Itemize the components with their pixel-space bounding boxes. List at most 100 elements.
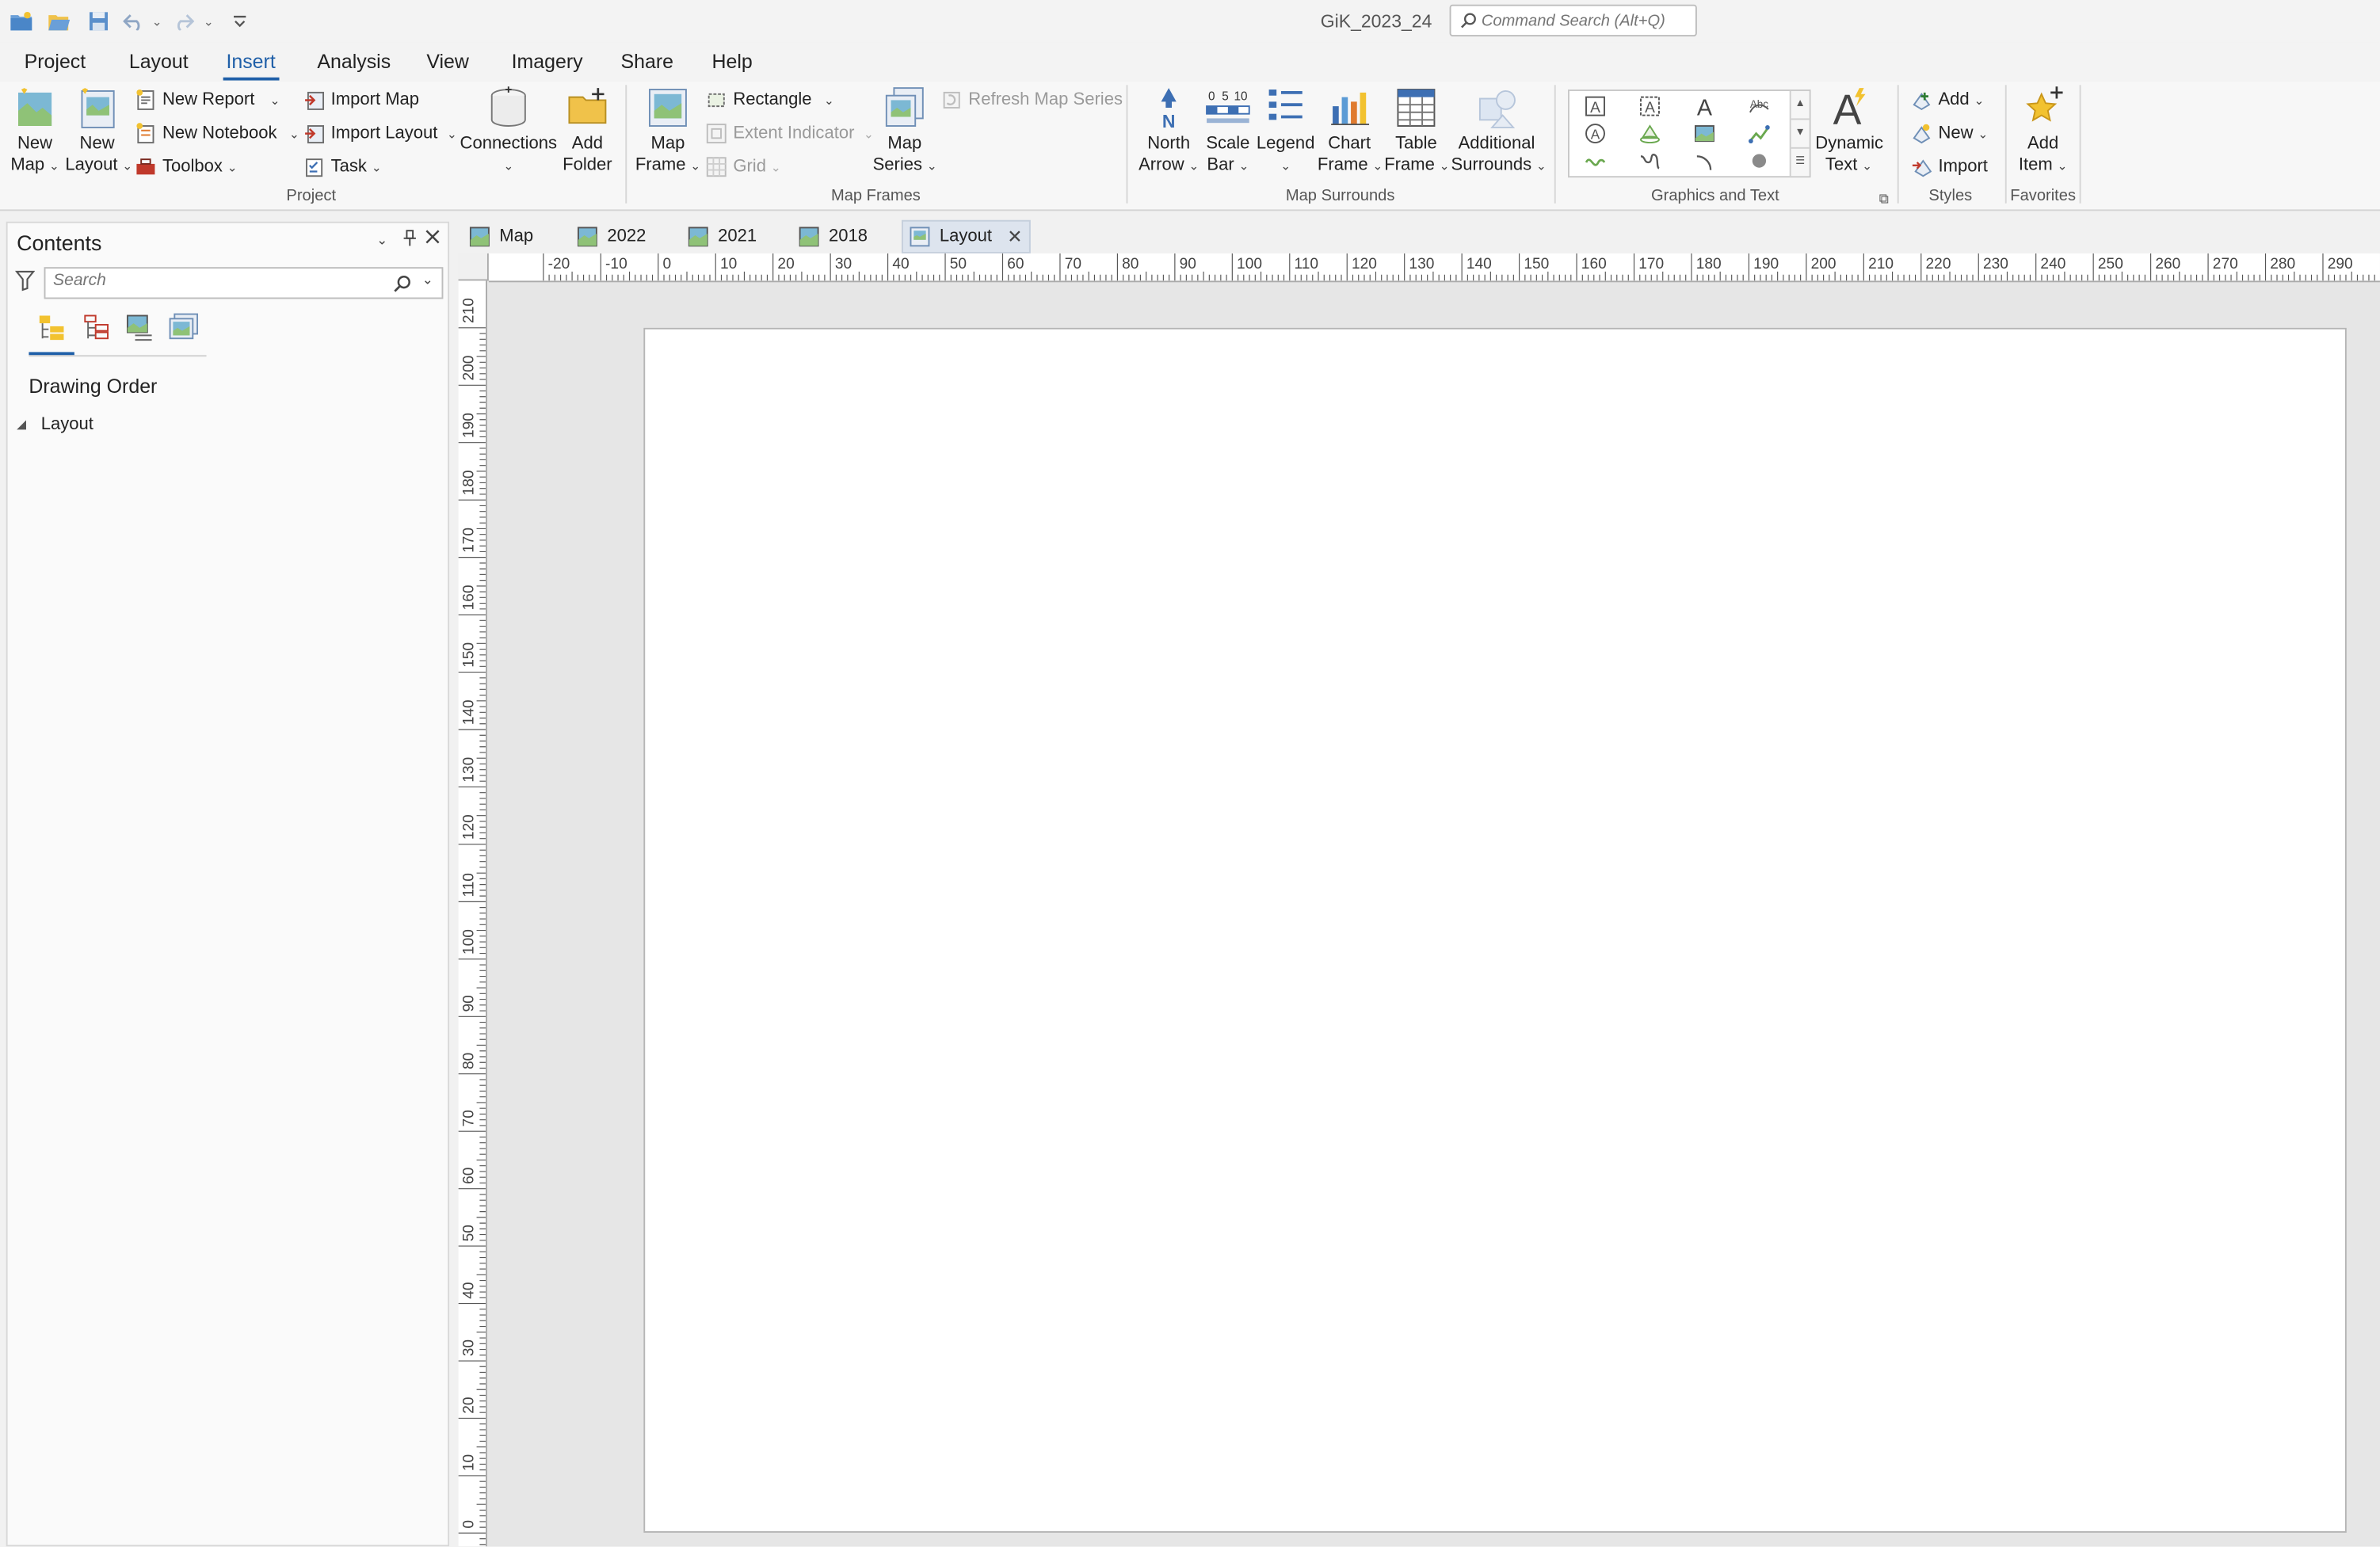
paragraph-text-icon[interactable]: A bbox=[1636, 94, 1663, 119]
command-search[interactable] bbox=[1449, 4, 1697, 36]
expand-collapse-icon[interactable]: ◢ bbox=[17, 417, 26, 431]
new-report-button[interactable]: New Report ⌄ bbox=[135, 86, 280, 113]
text-icon[interactable]: A bbox=[1691, 94, 1718, 119]
pane-menu-chevron-icon[interactable]: ⌄ bbox=[376, 232, 387, 249]
ruler-label: 70 bbox=[1065, 256, 1081, 272]
redo-icon[interactable] bbox=[173, 9, 195, 33]
command-search-input[interactable] bbox=[1481, 9, 1692, 32]
circle-text-icon[interactable]: A bbox=[1581, 121, 1608, 146]
curved-text-icon[interactable]: Abc bbox=[1745, 94, 1772, 119]
list-by-source-icon[interactable] bbox=[79, 311, 113, 345]
close-tab-icon[interactable]: ✕ bbox=[1007, 226, 1022, 247]
search-icon bbox=[1461, 13, 1476, 29]
map-frame-label-2: Frame bbox=[635, 156, 686, 175]
new-map-button[interactable]: New Map ⌄ bbox=[6, 85, 64, 177]
search-icon[interactable] bbox=[393, 275, 411, 293]
open-project-icon[interactable] bbox=[47, 9, 71, 33]
group-label-map-surrounds: Map Surrounds bbox=[1285, 186, 1395, 205]
rectangle-button[interactable]: Rectangle ⌄ bbox=[706, 86, 834, 113]
north-arrow-button[interactable]: N North Arrow ⌄ bbox=[1135, 85, 1202, 177]
import-map-button[interactable]: Import Map bbox=[303, 86, 419, 113]
picture-icon[interactable] bbox=[1691, 121, 1718, 146]
extent-indicator-button[interactable]: Extent Indicator ⌄ bbox=[706, 120, 874, 147]
map-frame-button[interactable]: Map Frame ⌄ bbox=[635, 85, 701, 177]
scale-bar-button[interactable]: 0 5 10 Scale Bar ⌄ bbox=[1200, 85, 1255, 177]
vertical-ruler-ticks: 2102001901801701601501401301201101009080… bbox=[458, 298, 486, 1545]
curve-icon[interactable] bbox=[1581, 149, 1608, 173]
horizontal-ruler[interactable]: -20 -10 0 10 20 30 40 50 60 70 80 90 100 110 120 130 140… bbox=[488, 253, 2380, 283]
svg-text:5: 5 bbox=[1222, 90, 1229, 103]
list-by-elements-icon[interactable] bbox=[167, 311, 200, 345]
styles-new-button[interactable]: New ⌄ bbox=[1911, 120, 1988, 147]
import-layout-button[interactable]: Import Layout ⌄ bbox=[303, 120, 457, 147]
new-notebook-button[interactable]: New Notebook ⌄ bbox=[135, 120, 299, 147]
undo-icon[interactable] bbox=[123, 9, 144, 33]
additional-surrounds-button[interactable]: Additional Surrounds ⌄ bbox=[1451, 85, 1547, 177]
close-icon[interactable] bbox=[425, 229, 440, 249]
new-layout-button[interactable]: New Layout ⌄ bbox=[65, 85, 132, 177]
rectangle-text-icon[interactable]: A bbox=[1581, 94, 1608, 119]
tree-item-layout[interactable]: Layout bbox=[41, 416, 93, 434]
redo-dropdown-icon[interactable]: ⌄ bbox=[204, 9, 214, 33]
ruler-label: 130 bbox=[461, 757, 478, 783]
star-icon bbox=[2026, 86, 2063, 122]
doc-tab-map[interactable]: Map bbox=[463, 220, 540, 253]
connections-button[interactable]: Connections ⌄ bbox=[460, 85, 557, 177]
ruler-label: 20 bbox=[461, 1396, 478, 1413]
tab-project[interactable]: Project bbox=[21, 50, 89, 73]
list-by-selection-icon[interactable] bbox=[123, 311, 156, 345]
contents-search[interactable]: ⌄ bbox=[44, 267, 444, 299]
point-icon[interactable] bbox=[1745, 149, 1772, 173]
table-frame-button[interactable]: Table Frame ⌄ bbox=[1384, 85, 1449, 177]
chevron-down-icon: ⌄ bbox=[770, 160, 781, 174]
search-options-chevron-icon[interactable]: ⌄ bbox=[422, 272, 433, 288]
freehand-icon[interactable] bbox=[1636, 149, 1663, 173]
tab-help[interactable]: Help bbox=[709, 50, 756, 73]
line-icon[interactable] bbox=[1745, 121, 1772, 146]
doc-tab-2022[interactable]: 2022 bbox=[570, 220, 652, 253]
polygon-text-icon[interactable] bbox=[1636, 121, 1663, 146]
ruler-label: 120 bbox=[1352, 256, 1377, 272]
legend-button[interactable]: Legend ⌄ bbox=[1255, 85, 1316, 177]
layout-page[interactable] bbox=[643, 327, 2347, 1533]
doc-tab-layout[interactable]: Layout ✕ bbox=[901, 219, 1031, 253]
task-button[interactable]: Task ⌄ bbox=[303, 153, 382, 180]
doc-tab-2021[interactable]: 2021 bbox=[681, 220, 763, 253]
doc-tab-2018[interactable]: 2018 bbox=[792, 220, 874, 253]
tab-layout[interactable]: Layout bbox=[126, 50, 191, 73]
styles-import-button[interactable]: Import bbox=[1911, 153, 1988, 180]
gallery-scroll-up-icon[interactable]: ▲ bbox=[1791, 91, 1810, 118]
map-series-button[interactable]: Map Series ⌄ bbox=[873, 85, 937, 177]
rectangle-label: Rectangle bbox=[733, 90, 812, 109]
vertical-ruler[interactable]: 210 200 190 180 170 160 150 140 130 120 110 100 90 80… bbox=[458, 280, 487, 1547]
arc-icon[interactable] bbox=[1691, 149, 1718, 173]
filter-icon[interactable] bbox=[14, 270, 36, 299]
tab-imagery[interactable]: Imagery bbox=[509, 50, 586, 73]
new-project-icon[interactable] bbox=[9, 9, 33, 33]
save-project-icon[interactable] bbox=[86, 9, 111, 33]
new-notebook-label: New Notebook bbox=[162, 124, 277, 143]
gallery-scrollbar[interactable]: ▲ ▼ ☰ bbox=[1789, 90, 1810, 177]
tab-share[interactable]: Share bbox=[618, 50, 677, 73]
tab-view[interactable]: View bbox=[424, 50, 472, 73]
add-folder-button[interactable]: Add Folder bbox=[559, 85, 616, 176]
gallery-scroll-down-icon[interactable]: ▼ bbox=[1791, 118, 1810, 147]
undo-dropdown-icon[interactable]: ⌄ bbox=[152, 9, 162, 33]
styles-add-button[interactable]: Add ⌄ bbox=[1911, 86, 1984, 113]
gallery-expand-icon[interactable]: ☰ bbox=[1791, 147, 1810, 176]
contents-search-input[interactable] bbox=[53, 271, 372, 290]
chart-frame-button[interactable]: Chart Frame ⌄ bbox=[1318, 85, 1383, 177]
dialog-launcher-icon[interactable]: ⧉ bbox=[1879, 191, 1889, 208]
toolbox-button[interactable]: Toolbox ⌄ bbox=[135, 153, 238, 180]
list-by-drawing-order-icon[interactable] bbox=[35, 311, 68, 345]
dynamic-text-label-2: Text bbox=[1825, 156, 1858, 175]
customize-qat-icon[interactable] bbox=[232, 9, 247, 33]
tab-analysis[interactable]: Analysis bbox=[315, 50, 394, 73]
pin-icon[interactable] bbox=[402, 229, 418, 252]
dynamic-text-button[interactable]: A Dynamic Text ⌄ bbox=[1815, 85, 1883, 177]
tab-insert[interactable]: Insert bbox=[223, 50, 279, 81]
grid-button[interactable]: Grid ⌄ bbox=[706, 153, 781, 180]
ruler-label: 80 bbox=[461, 1053, 478, 1069]
add-item-button[interactable]: Add Item ⌄ bbox=[2012, 85, 2073, 177]
refresh-map-series-button[interactable]: Refresh Map Series bbox=[941, 86, 1123, 113]
